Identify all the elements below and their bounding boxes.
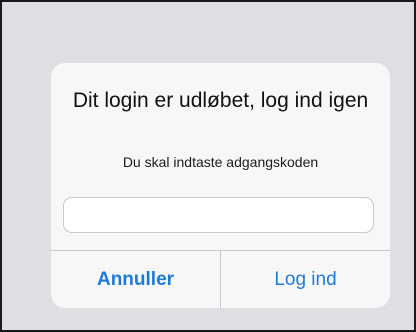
cancel-button[interactable]: Annuller — [51, 251, 220, 308]
dialog-message: Du skal indtaste adgangskoden — [122, 154, 319, 170]
login-expired-dialog: Dit login er udløbet, log ind igen Du sk… — [51, 63, 390, 308]
screen-backdrop: Dit login er udløbet, log ind igen Du sk… — [0, 0, 416, 332]
password-input[interactable] — [63, 197, 374, 233]
login-button[interactable]: Log ind — [221, 251, 390, 308]
dialog-title: Dit login er udløbet, log ind igen — [72, 89, 369, 112]
